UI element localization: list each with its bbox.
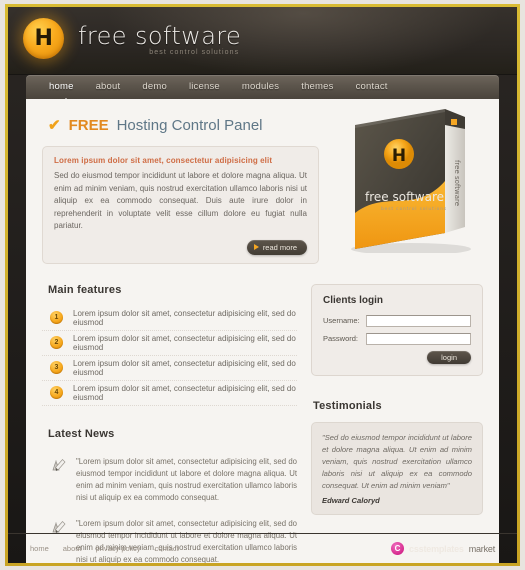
page-frame: H free software best control solutions h… (5, 4, 520, 566)
feature-text: Lorem ipsum dolor sit amet, consectetur … (73, 358, 296, 377)
nav-item-modules[interactable]: modules (231, 75, 290, 99)
page-title-rest: Hosting Control Panel (116, 117, 263, 134)
boxart-tagline: best control solutions (381, 206, 447, 212)
news-item: "Lorem ipsum dolor sit amet, consectetur… (42, 450, 297, 512)
read-more-label: read more (262, 242, 297, 252)
template-credit[interactable]: C csstemplates market (391, 542, 495, 555)
features-heading: Main features (48, 283, 122, 296)
clients-login-panel: Clients login Username: Password: login (311, 283, 483, 376)
quill-pen-icon (50, 457, 67, 504)
intro-heading: Lorem ipsum dolor sit amet, consectetur … (54, 156, 273, 165)
testimonial-panel: "Sed do eiusmod tempor incididunt ut lab… (311, 421, 483, 515)
password-row: Password: (323, 332, 471, 345)
site-footer: home about privacy policy contact C csst… (8, 533, 517, 563)
login-button[interactable]: login (427, 350, 471, 364)
page-body: H free software best control solutions h… (8, 7, 517, 563)
footer-link-home[interactable]: home (30, 544, 49, 553)
testimonial-author: Edward Caloryd (322, 495, 380, 505)
feature-text: Lorem ipsum dolor sit amet, consectetur … (73, 308, 296, 327)
feature-item: 3 Lorem ipsum dolor sit amet, consectetu… (42, 356, 297, 381)
site-logo[interactable]: H free software best control solutions (23, 18, 241, 59)
login-title: Clients login (323, 294, 383, 306)
check-icon: ✔ (48, 117, 61, 134)
read-more-row: read more (54, 239, 307, 255)
feature-text: Lorem ipsum dolor sit amet, consectetur … (73, 383, 296, 402)
username-row: Username: (323, 314, 471, 327)
news-heading: Latest News (48, 427, 115, 440)
content-columns: Main features 1 Lorem ipsum dolor sit am… (42, 283, 483, 564)
news-text: "Lorem ipsum dolor sit amet, consectetur… (76, 456, 298, 502)
right-column: Clients login Username: Password: login … (311, 283, 483, 564)
nav-item-license[interactable]: license (178, 75, 231, 99)
nav-item-about[interactable]: about (85, 75, 132, 99)
nav-item-home[interactable]: home (38, 75, 85, 99)
footer-link-privacy-policy[interactable]: privacy policy (96, 544, 141, 553)
nav-item-contact[interactable]: contact (345, 75, 399, 99)
nav-item-themes[interactable]: themes (290, 75, 344, 99)
feature-number-badge: 4 (50, 386, 63, 399)
feature-item: 1 Lorem ipsum dolor sit amet, consectetu… (42, 306, 297, 331)
nav-item-demo[interactable]: demo (131, 75, 178, 99)
boxart-logo-letter: H (392, 146, 406, 166)
read-more-button[interactable]: read more (246, 239, 307, 255)
feature-number-badge: 1 (50, 311, 63, 324)
intro-panel: Lorem ipsum dolor sit amet, consectetur … (42, 146, 319, 264)
login-button-row: login (323, 350, 471, 364)
brand-name: free software (78, 21, 242, 50)
feature-item: 4 Lorem ipsum dolor sit amet, consectetu… (42, 381, 297, 406)
brand-tagline: best control solutions (149, 48, 240, 56)
logo-mark-icon: H (23, 18, 64, 59)
boxart-title: free software (365, 190, 444, 204)
main-content: ✔ FREE Hosting Control Panel Lorem ipsum… (26, 99, 499, 563)
main-navigation: home about demo license modules themes c… (26, 75, 499, 104)
footer-link-contact[interactable]: contact (155, 544, 179, 553)
feature-text: Lorem ipsum dolor sit amet, consectetur … (73, 333, 296, 352)
password-input[interactable] (366, 332, 471, 345)
password-label: Password: (323, 334, 359, 343)
left-column: Main features 1 Lorem ipsum dolor sit am… (42, 283, 297, 563)
play-arrow-icon (253, 244, 259, 250)
credit-suffix: market (468, 543, 496, 554)
site-header: H free software best control solutions (8, 7, 517, 75)
footer-link-about[interactable]: about (63, 544, 82, 553)
feature-item: 2 Lorem ipsum dolor sit amet, consectetu… (42, 331, 297, 356)
product-box-image: free software H free software best contr… (341, 103, 491, 255)
feature-number-badge: 3 (50, 361, 63, 374)
credit-name: csstemplates (409, 543, 464, 554)
feature-number-badge: 2 (50, 336, 63, 349)
testimonial-quote: "Sed do eiusmod tempor incididunt ut lab… (322, 432, 472, 490)
csstemplates-logo-icon: C (391, 542, 405, 555)
brand-block: free software best control solutions (78, 22, 241, 56)
username-input[interactable] (366, 314, 471, 327)
intro-body: Sed do eiusmod tempor incididunt ut labo… (54, 171, 307, 230)
page-title-highlight: FREE (68, 117, 109, 134)
username-label: Username: (323, 316, 360, 325)
footer-navigation: home about privacy policy contact (30, 544, 179, 553)
testimonials-heading: Testimonials (313, 399, 382, 412)
boxart-spine-title: free software (453, 160, 461, 206)
